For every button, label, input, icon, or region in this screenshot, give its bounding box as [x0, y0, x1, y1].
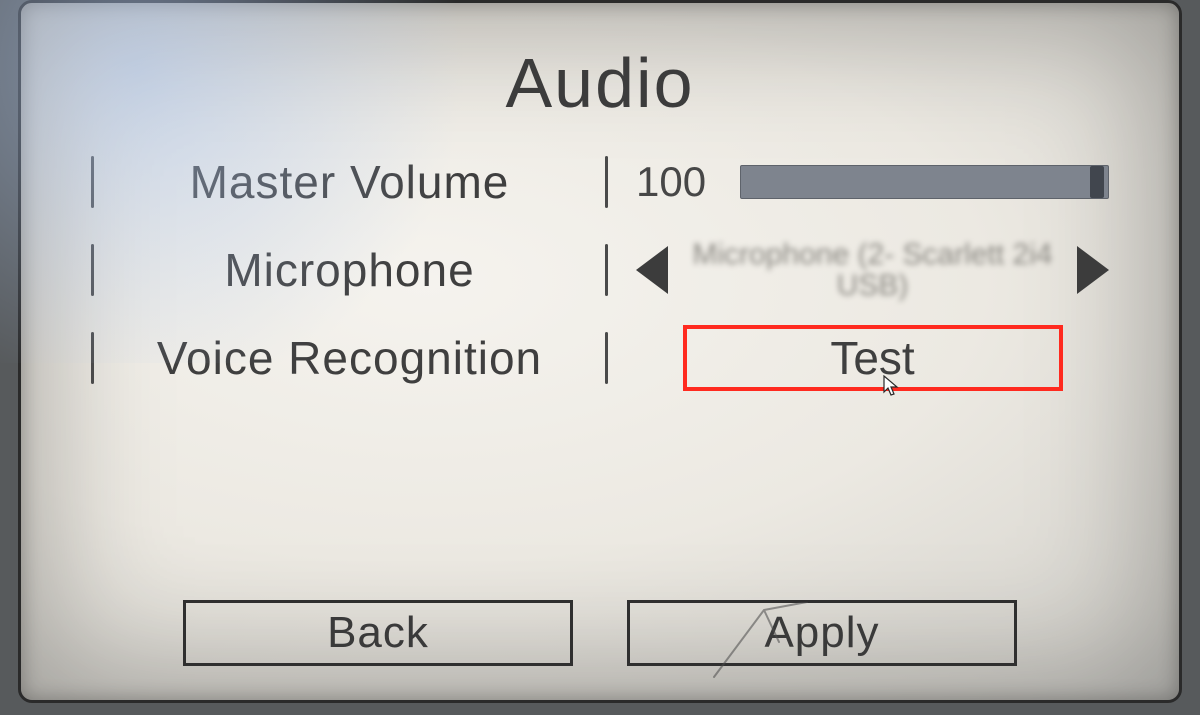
microphone-prev-arrow-icon[interactable]: [636, 246, 668, 294]
microphone-device-name: Microphone (2- Scarlett 2i4 USB): [692, 239, 1053, 302]
microphone-label: Microphone: [122, 243, 577, 297]
voice-recognition-test-button[interactable]: Test: [683, 325, 1063, 391]
slider-thumb-icon[interactable]: [1090, 166, 1104, 198]
row-divider-icon: [91, 244, 94, 296]
audio-settings-panel: Audio Master Volume 100 Microphone Micro…: [18, 0, 1182, 703]
row-divider-icon: [91, 332, 94, 384]
footer-buttons: Back Apply: [21, 600, 1179, 666]
row-divider-icon: [91, 156, 94, 208]
row-master-volume: Master Volume 100: [91, 151, 1109, 213]
master-volume-value: 100: [636, 158, 716, 206]
apply-button[interactable]: Apply: [627, 600, 1017, 666]
row-divider-icon: [605, 156, 608, 208]
voice-recognition-label: Voice Recognition: [122, 331, 577, 385]
microphone-next-arrow-icon[interactable]: [1077, 246, 1109, 294]
back-button[interactable]: Back: [183, 600, 573, 666]
master-volume-slider[interactable]: [740, 165, 1109, 199]
row-voice-recognition: Voice Recognition Test: [91, 327, 1109, 389]
row-divider-icon: [605, 332, 608, 384]
row-divider-icon: [605, 244, 608, 296]
settings-list: Master Volume 100 Microphone Microphone …: [81, 151, 1119, 389]
row-microphone: Microphone Microphone (2- Scarlett 2i4 U…: [91, 239, 1109, 301]
master-volume-label: Master Volume: [122, 155, 577, 209]
page-title: Audio: [81, 43, 1119, 123]
